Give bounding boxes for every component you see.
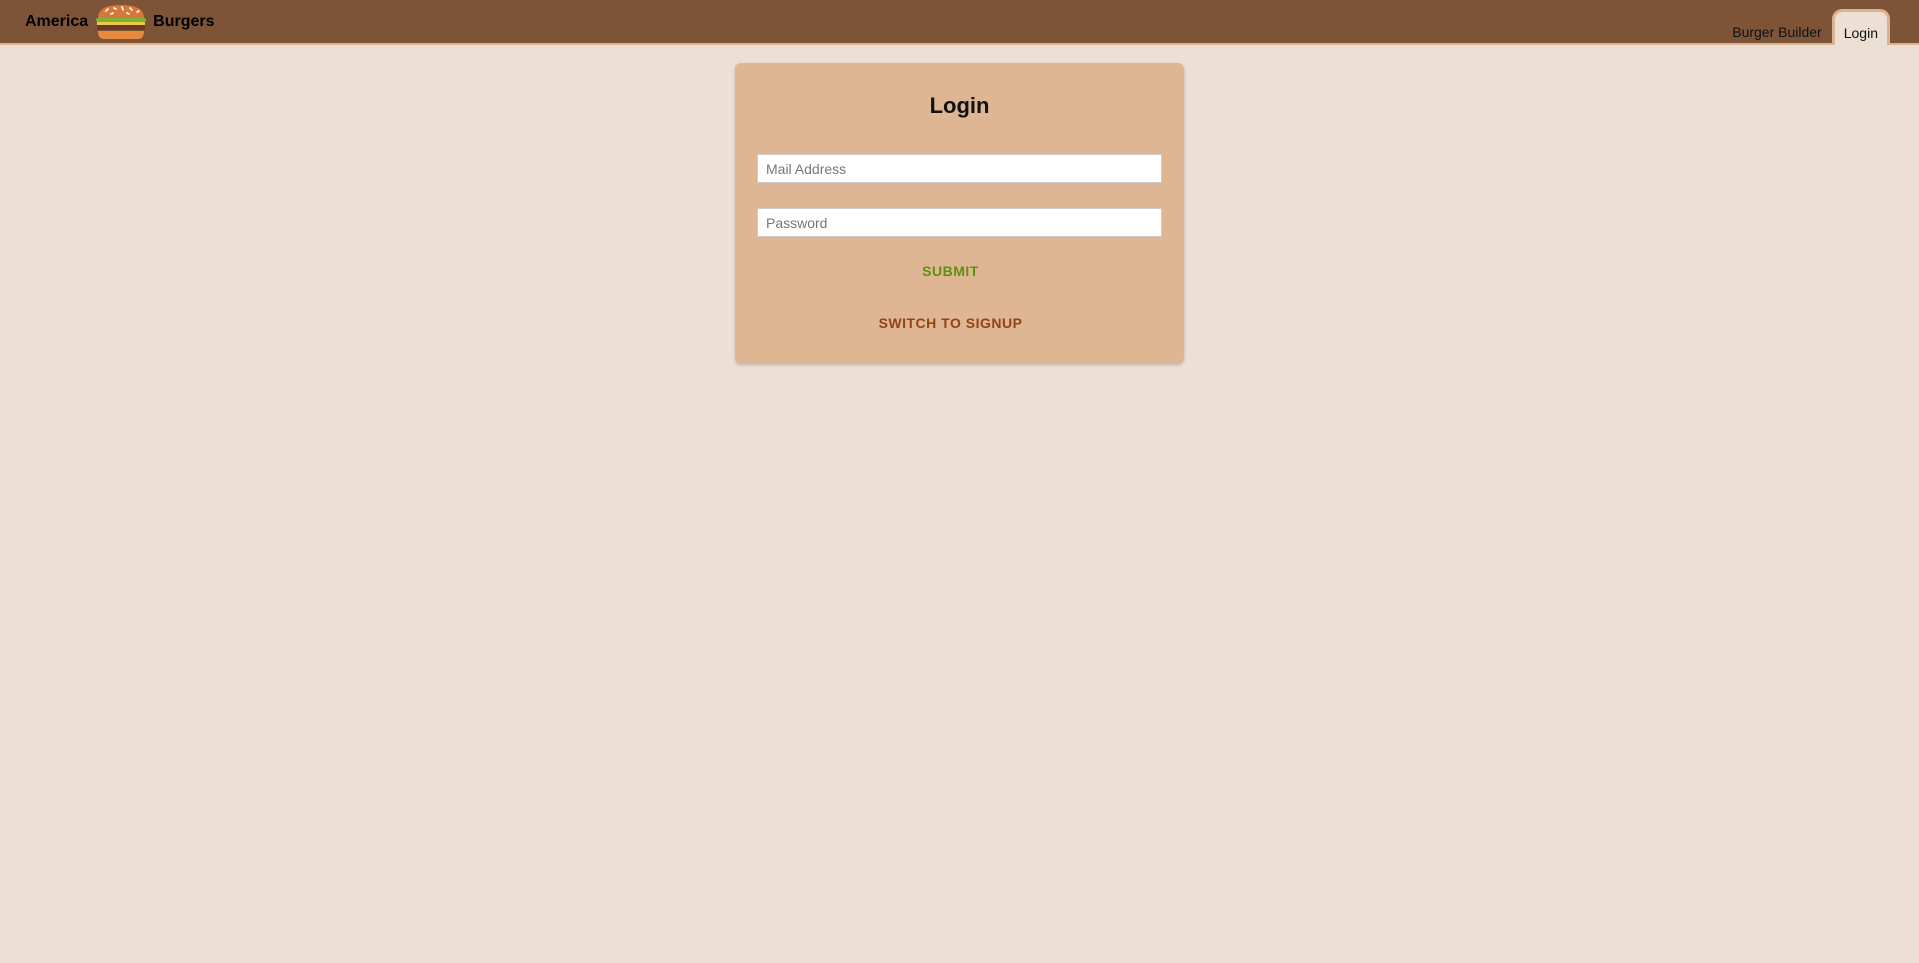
nav-burger-builder-label: Burger Builder <box>1732 24 1822 40</box>
toolbar: America Burgers Burger Builder Login <box>0 0 1919 45</box>
submit-button[interactable]: SUBMIT <box>726 263 1175 279</box>
nav-login-label: Login <box>1843 25 1878 41</box>
brand-left-text: America <box>25 13 89 30</box>
nav-login[interactable]: Login <box>1831 9 1890 45</box>
auth-title: Login <box>929 93 990 118</box>
brand-right-text: Burgers <box>153 13 215 30</box>
email-field[interactable] <box>757 154 1162 183</box>
password-field[interactable] <box>757 208 1162 237</box>
nav-burger-builder[interactable]: Burger Builder <box>1722 10 1832 45</box>
switch-to-signup-button[interactable]: SWITCH TO SIGNUP <box>726 315 1175 331</box>
auth-card: Login SUBMIT SWITCH TO SIGNUP <box>735 63 1184 363</box>
brand[interactable]: America Burgers <box>25 0 215 44</box>
main-nav: Burger Builder Login <box>1722 0 1890 45</box>
burger-logo-icon <box>96 5 147 39</box>
